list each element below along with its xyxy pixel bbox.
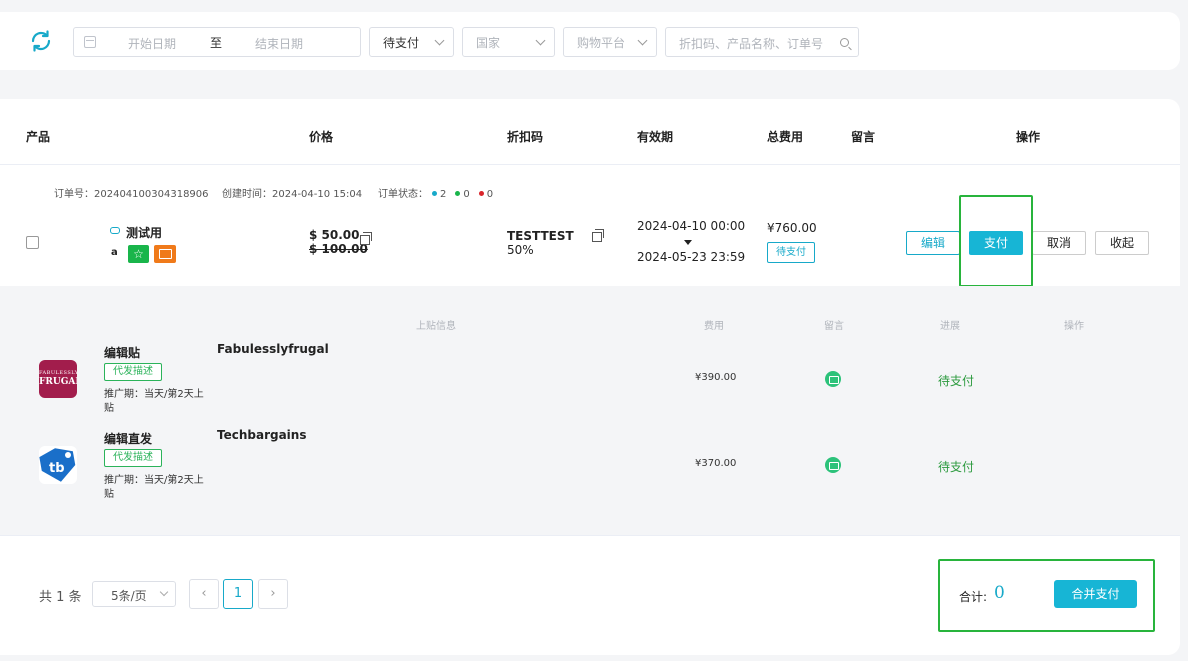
valid-to: 2024-05-23 23:59: [637, 250, 746, 264]
order-number: 订单号：202404100304318906: [54, 185, 209, 200]
sub-item-fee: ¥390.00: [695, 372, 737, 383]
country-select[interactable]: 国家: [462, 27, 555, 57]
status-dot-green: [455, 191, 461, 196]
price: $ 50.00: [309, 228, 360, 242]
status-select-value: 待支付: [383, 35, 420, 50]
link-icon: [110, 227, 120, 234]
order-created-value: 2024-04-10 15:04: [272, 189, 363, 200]
sub-item-name: 编辑直发: [104, 432, 153, 446]
search-placeholder: 折扣码、产品名称、订单号: [679, 37, 824, 51]
col-message: 留言: [851, 130, 876, 144]
search-icon[interactable]: [840, 38, 849, 47]
order-number-value: 202404100304318906: [94, 189, 209, 200]
orders-card: 产品 价格 折扣码 有效期 总费用 留言 操作 订单号：202404100304…: [0, 99, 1180, 655]
country-select-value: 国家: [476, 35, 501, 50]
total-fee: ¥760.00: [767, 221, 817, 235]
total-count: 共 1 条: [39, 590, 82, 605]
order-created: 创建时间：2024-04-10 15:04: [222, 185, 362, 200]
sub-item-fee: ¥370.00: [695, 458, 737, 469]
next-page-button[interactable]: ›: [258, 579, 288, 609]
edit-button[interactable]: 编辑: [906, 231, 960, 255]
order-status: 订单状态： 2 0 0: [378, 185, 493, 200]
status-select[interactable]: 待支付: [369, 27, 454, 57]
order-created-label: 创建时间：: [222, 189, 272, 200]
star-icon: ☆: [128, 245, 149, 263]
status-count-green: 0: [463, 189, 470, 200]
message-icon[interactable]: [154, 245, 176, 263]
chevron-down-icon: [637, 35, 648, 46]
sub-item-tag[interactable]: 代发描述: [104, 363, 162, 381]
merge-pay-highlight-box: [938, 559, 1155, 632]
order-number-label: 订单号：: [54, 189, 94, 200]
techbargains-logo: tb: [39, 446, 77, 484]
prev-page-button[interactable]: ‹: [189, 579, 219, 609]
chevron-down-icon: [159, 587, 169, 597]
discount-rate: 50%: [507, 243, 534, 257]
status-badge: 待支付: [767, 242, 815, 263]
valid-from: 2024-04-10 00:00: [637, 219, 746, 233]
sub-item-tag[interactable]: 代发描述: [104, 449, 162, 467]
copy-code-icon[interactable]: [592, 229, 604, 242]
sub-item-name: 编辑贴: [104, 346, 141, 360]
sub-item-progress: 待支付: [938, 460, 975, 474]
collapse-button[interactable]: 收起: [1095, 231, 1149, 255]
sub-col-actions: 操作: [1064, 321, 1084, 332]
page-number-button[interactable]: 1: [223, 579, 253, 609]
sub-item-period: 推广期：当天/第2天上贴: [104, 475, 204, 500]
date-separator: 至: [210, 36, 223, 50]
sub-col-progress: 进展: [940, 321, 960, 332]
platform-select-value: 购物平台: [577, 35, 626, 50]
date-range-picker[interactable]: 开始日期 至 结束日期: [73, 27, 361, 57]
platform-select[interactable]: 购物平台: [563, 27, 657, 57]
message-icon[interactable]: [825, 457, 841, 473]
sub-item-progress: 待支付: [938, 374, 975, 388]
amazon-icon: a: [111, 247, 118, 258]
start-date-input[interactable]: 开始日期: [128, 35, 176, 52]
chevron-down-icon: [434, 35, 445, 46]
sub-item-period: 推广期：当天/第2天上贴: [104, 389, 204, 414]
sub-col-post-info: 上贴信息: [416, 321, 456, 332]
chevron-down-icon: [535, 35, 546, 46]
status-dot-blue: [432, 191, 437, 196]
table-header: 产品 价格 折扣码 有效期 总费用 留言 操作: [0, 99, 1180, 165]
logo-big-text: FRUGAL: [39, 377, 77, 387]
sub-item-site: Techbargains: [217, 428, 307, 442]
col-price: 价格: [309, 130, 334, 144]
col-code: 折扣码: [507, 130, 544, 144]
status-dot-red: [478, 191, 484, 196]
col-product: 产品: [26, 130, 51, 144]
calendar-icon: [84, 36, 96, 48]
discount-code: TESTTEST: [507, 229, 574, 243]
refresh-icon[interactable]: [29, 29, 53, 53]
page-size-select[interactable]: 5条/页: [92, 581, 176, 607]
sub-col-message: 留言: [824, 321, 844, 332]
fabulesslyfrugal-logo: FABULESSLY FRUGAL: [39, 360, 77, 398]
logo-small-text: FABULESSLY: [39, 370, 77, 376]
copy-icon[interactable]: [360, 232, 372, 245]
pay-highlight-box: [959, 195, 1033, 287]
status-count-blue: 2: [440, 189, 447, 200]
status-count-red: 0: [486, 189, 494, 200]
order-checkbox[interactable]: [26, 236, 39, 249]
col-actions: 操作: [1016, 130, 1041, 144]
message-icon[interactable]: [825, 371, 841, 387]
cancel-button[interactable]: 取消: [1032, 231, 1086, 255]
sub-col-fee: 费用: [704, 321, 724, 332]
sub-table: 上贴信息 费用 留言 进展 操作 FABULESSLY FRUGAL 编辑贴 代…: [0, 286, 1180, 536]
col-validity: 有效期: [637, 130, 674, 144]
end-date-input[interactable]: 结束日期: [255, 35, 303, 52]
page-size-value: 5条/页: [111, 589, 147, 603]
sub-item-site: Fabulesslyfrugal: [217, 342, 329, 356]
product-name: 测试用: [126, 226, 163, 240]
arrow-down-icon: [684, 240, 692, 245]
order-status-label: 订单状态：: [378, 189, 428, 200]
col-total: 总费用: [767, 130, 804, 144]
search-input[interactable]: 折扣码、产品名称、订单号: [665, 27, 859, 57]
logo-tb-text: tb: [49, 461, 65, 476]
